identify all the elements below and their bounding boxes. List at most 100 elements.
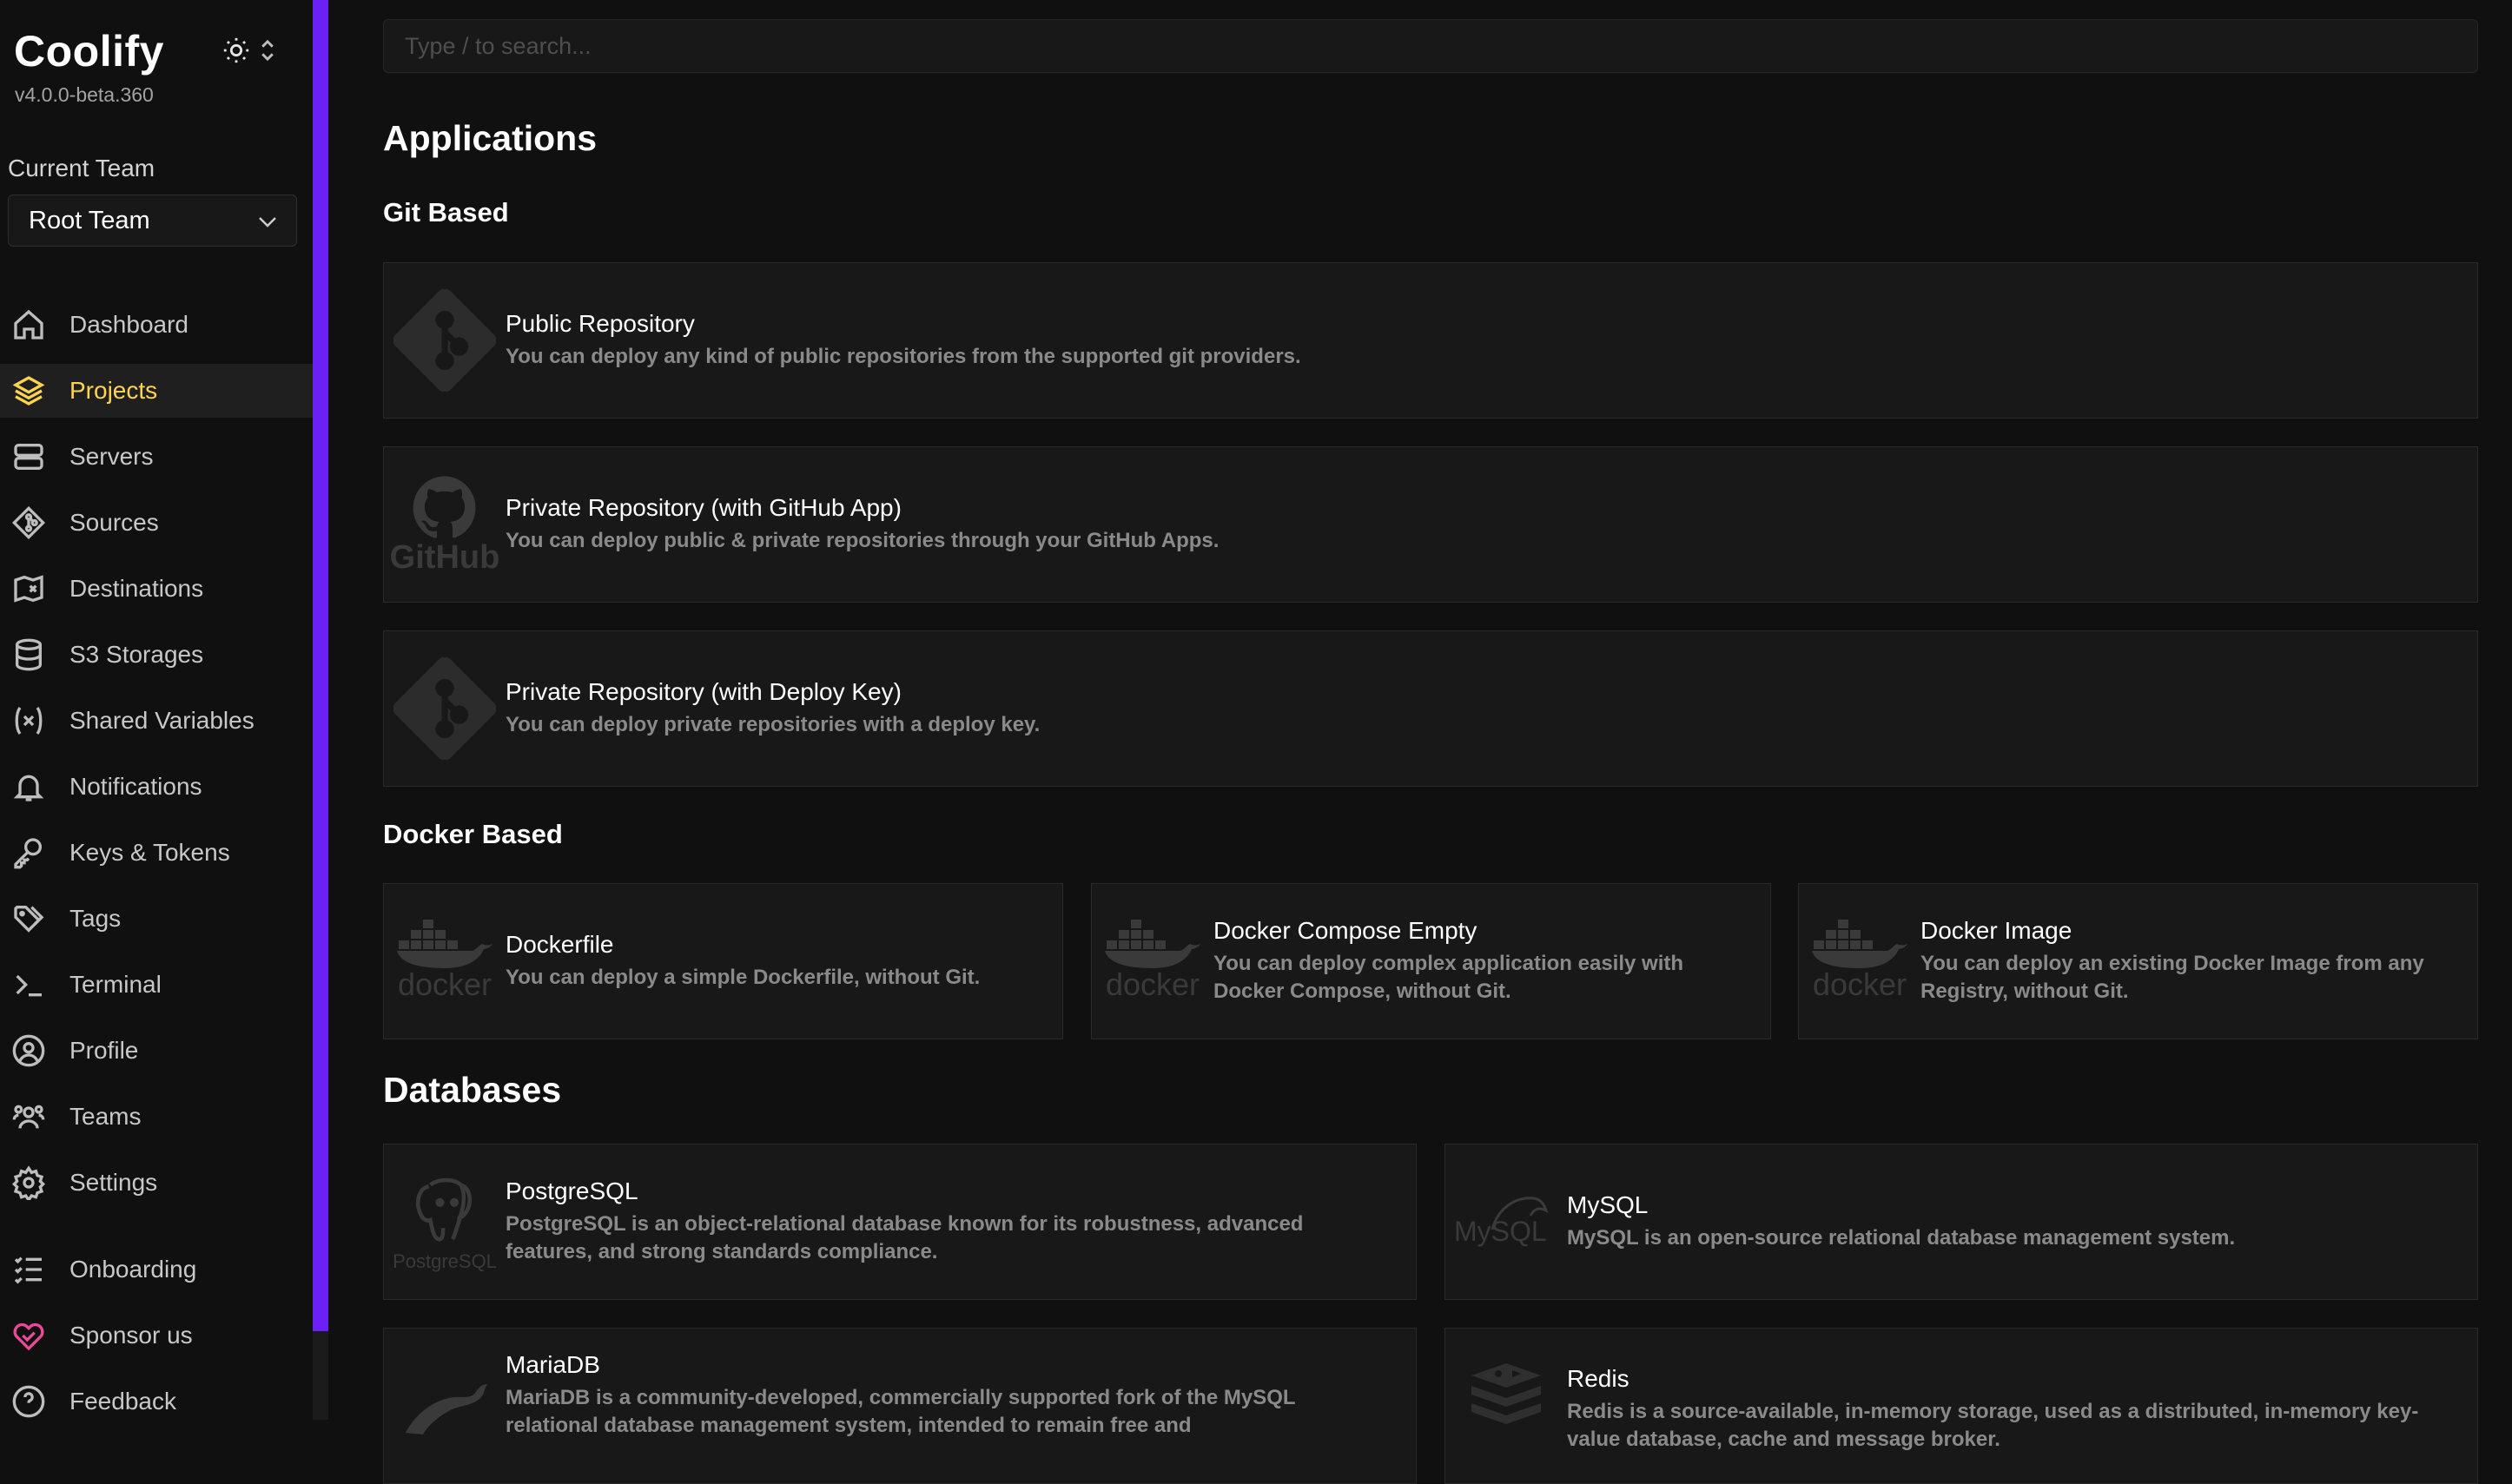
- nav-item-teams[interactable]: Teams: [0, 1090, 313, 1144]
- card-title: MariaDB: [506, 1351, 600, 1378]
- nav-item-settings[interactable]: Settings: [0, 1156, 313, 1210]
- docker-logo-icon: docker: [1799, 884, 1920, 1039]
- team-select[interactable]: Root Team: [8, 195, 297, 247]
- variable-icon: [10, 702, 48, 740]
- docker-wordmark: docker: [1812, 966, 1907, 1002]
- nav-label: Servers: [69, 443, 154, 470]
- chevron-down-icon: [258, 207, 277, 235]
- nav-label: Shared Variables: [69, 707, 255, 734]
- card-title: Redis: [1567, 1365, 1629, 1392]
- card-redis[interactable]: Redis Redis is a source-available, in-me…: [1444, 1328, 2478, 1484]
- nav-item-onboarding[interactable]: Onboarding: [0, 1243, 313, 1296]
- nav-label: Profile: [69, 1037, 139, 1064]
- app-name[interactable]: Coolify: [14, 26, 164, 76]
- card-title: MySQL: [1567, 1191, 1649, 1218]
- card-description: You can deploy an existing Docker Image …: [1920, 952, 2424, 1003]
- docker-wordmark: docker: [397, 966, 492, 1002]
- nav-item-feedback[interactable]: Feedback: [0, 1375, 313, 1428]
- terminal-icon: [10, 966, 48, 1004]
- nav-label: Onboarding: [69, 1256, 197, 1283]
- card-title: Dockerfile: [506, 931, 614, 958]
- mysql-logo-icon: MySQL: [1445, 1144, 1567, 1299]
- app-version: v4.0.0-beta.360: [15, 83, 154, 106]
- section-title-git-based: Git Based: [383, 197, 509, 228]
- card-title: Private Repository (with GitHub App): [506, 494, 902, 521]
- database-icon: [10, 636, 48, 674]
- theme-toggle-button[interactable]: [221, 35, 291, 69]
- card-private-repo-deploy-key[interactable]: Private Repository (with Deploy Key) You…: [383, 630, 2478, 787]
- card-description: You can deploy public & private reposito…: [506, 529, 1220, 552]
- nav-item-sponsor[interactable]: Sponsor us: [0, 1309, 313, 1362]
- card-description: You can deploy any kind of public reposi…: [506, 345, 1301, 368]
- card-title: Private Repository (with Deploy Key): [506, 678, 902, 705]
- postgresql-logo-icon: PostgreSQL: [384, 1144, 506, 1299]
- nav-label: Destinations: [69, 575, 204, 602]
- section-title-docker-based: Docker Based: [383, 819, 563, 849]
- nav-item-notifications[interactable]: Notifications: [0, 760, 313, 814]
- card-title: Docker Compose Empty: [1213, 917, 1477, 944]
- card-title: PostgreSQL: [506, 1177, 638, 1204]
- key-icon: [10, 834, 48, 872]
- nav-item-projects[interactable]: Projects: [0, 364, 313, 418]
- git-icon: [10, 504, 48, 542]
- home-icon: [10, 306, 48, 344]
- gear-icon: [10, 1164, 48, 1202]
- git-logo-icon: [384, 263, 506, 418]
- nav-label: Sponsor us: [69, 1322, 193, 1349]
- redis-logo-icon: [1445, 1329, 1567, 1483]
- current-team-label: Current Team: [8, 155, 155, 181]
- heart-icon: [10, 1316, 48, 1355]
- chevron-updown-icon: [260, 39, 275, 66]
- tag-icon: [10, 900, 48, 938]
- docker-logo-icon: docker: [1092, 884, 1213, 1039]
- card-mariadb[interactable]: MariaDB MariaDB is a community-developed…: [383, 1328, 1417, 1484]
- users-icon: [10, 1098, 48, 1136]
- nav-item-destinations[interactable]: Destinations: [0, 562, 313, 616]
- team-select-value: Root Team: [29, 206, 150, 234]
- nav-label: Projects: [69, 377, 158, 404]
- nav-item-sources[interactable]: Sources: [0, 496, 313, 550]
- nav-item-tags[interactable]: Tags: [0, 892, 313, 946]
- card-description: MySQL is an open-source relational datab…: [1567, 1226, 2236, 1250]
- card-dockerfile[interactable]: docker Dockerfile You can deploy a simpl…: [383, 883, 1063, 1039]
- card-description: You can deploy private repositories with…: [506, 713, 1041, 736]
- card-title: Public Repository: [506, 310, 695, 337]
- card-title: Docker Image: [1920, 917, 2072, 944]
- search-input[interactable]: [383, 19, 2478, 73]
- sidebar-scrollbar-thumb[interactable]: [313, 0, 328, 1331]
- sun-icon: [221, 36, 251, 69]
- github-wordmark: GitHub: [389, 538, 500, 576]
- mysql-wordmark: MySQL: [1454, 1216, 1547, 1247]
- nav-item-keys-tokens[interactable]: Keys & Tokens: [0, 826, 313, 880]
- map-icon: [10, 570, 48, 608]
- docker-wordmark: docker: [1105, 966, 1200, 1002]
- nav-item-profile[interactable]: Profile: [0, 1024, 313, 1078]
- nav-label: Terminal: [69, 971, 162, 998]
- nav-label: Settings: [69, 1169, 158, 1196]
- help-icon: [10, 1382, 48, 1421]
- nav-label: Notifications: [69, 773, 202, 800]
- card-docker-compose-empty[interactable]: docker Docker Compose Empty You can depl…: [1091, 883, 1771, 1039]
- card-public-repository[interactable]: Public Repository You can deploy any kin…: [383, 262, 2478, 419]
- nav-label: Dashboard: [69, 311, 188, 338]
- nav-item-shared-variables[interactable]: Shared Variables: [0, 694, 313, 748]
- nav-label: Teams: [69, 1103, 142, 1130]
- nav-item-s3-storages[interactable]: S3 Storages: [0, 628, 313, 682]
- nav-label: Sources: [69, 509, 159, 536]
- checklist-icon: [10, 1250, 48, 1289]
- card-private-repo-github-app[interactable]: GitHub Private Repository (with GitHub A…: [383, 446, 2478, 603]
- nav-label: Keys & Tokens: [69, 839, 230, 866]
- nav-label: S3 Storages: [69, 641, 204, 668]
- mariadb-logo-icon: [384, 1329, 506, 1483]
- nav-label: Tags: [69, 905, 122, 932]
- sidebar: Coolify v4.0.0-beta.360 Current Team Roo…: [0, 0, 314, 1420]
- bell-icon: [10, 768, 48, 806]
- postgresql-wordmark: PostgreSQL: [393, 1250, 497, 1272]
- card-docker-image[interactable]: docker Docker Image You can deploy an ex…: [1798, 883, 2478, 1039]
- card-description: PostgreSQL is an object-relational datab…: [506, 1212, 1304, 1263]
- card-postgresql[interactable]: PostgreSQL PostgreSQL PostgreSQL is an o…: [383, 1144, 1417, 1300]
- card-mysql[interactable]: MySQL MySQL MySQL is an open-source rela…: [1444, 1144, 2478, 1300]
- nav-item-servers[interactable]: Servers: [0, 430, 313, 484]
- nav-item-terminal[interactable]: Terminal: [0, 958, 313, 1012]
- nav-item-dashboard[interactable]: Dashboard: [0, 298, 313, 352]
